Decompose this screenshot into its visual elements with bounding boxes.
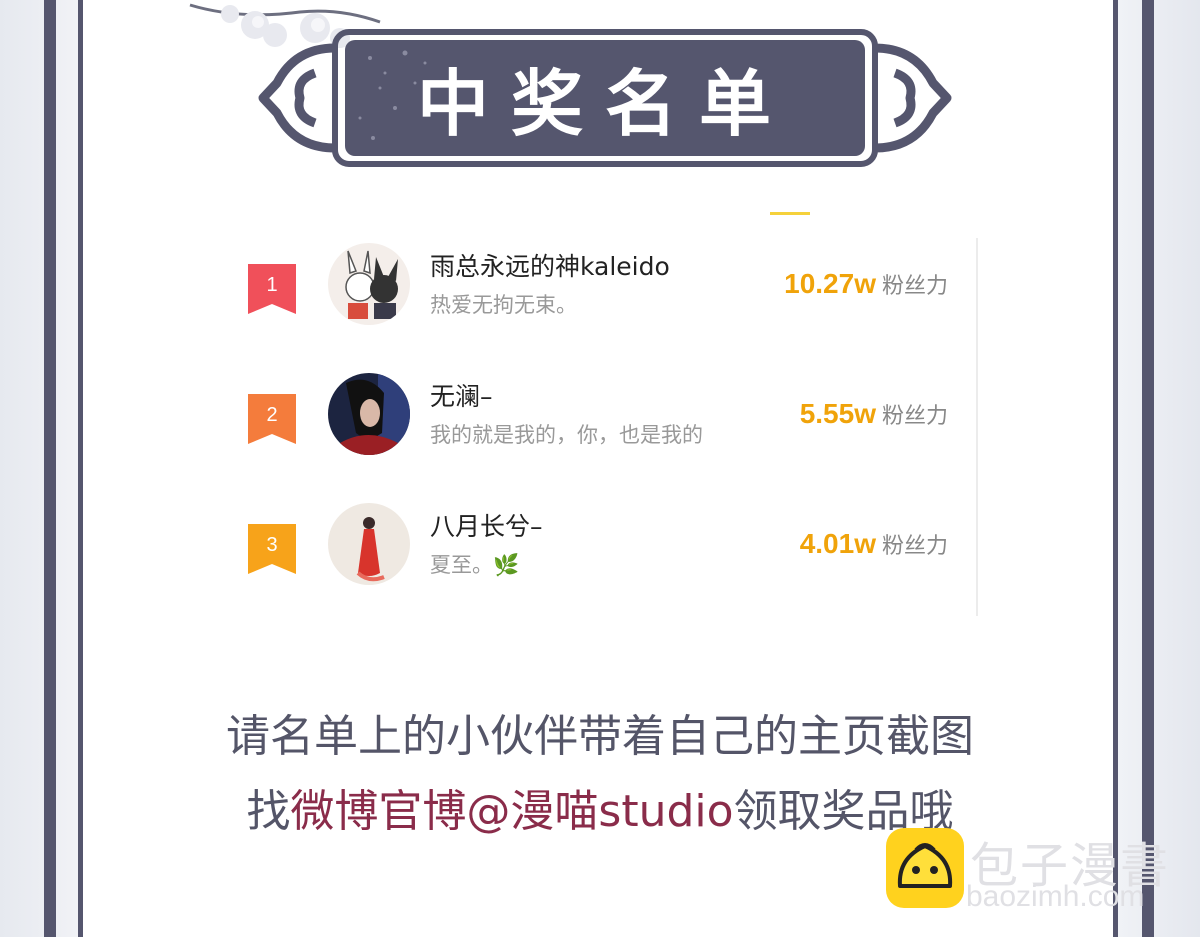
fans-value: 10.27w [784,268,876,299]
notice-line-1: 请名单上的小伙伴带着自己的主页截图 [226,711,974,762]
username[interactable]: 雨总永远的神kaleido [430,247,670,283]
ranking-row-1: 1 雨总永远的神kaleido 热爱无拘无束。 10.27w 粉丝力 [240,243,980,343]
fans-unit: 粉丝力 [881,534,948,559]
ranking-row-3: 3 八月长兮– 夏至。🌿 4.01w 粉丝力 [240,503,980,603]
rank-number: 2 [266,404,278,426]
rank-badge: 2 [248,394,296,444]
rank-badge: 1 [248,264,296,314]
username[interactable]: 八月长兮– [430,507,543,543]
accent-line [770,212,810,215]
fans-unit: 粉丝力 [881,404,948,429]
user-bio: 我的就是我的，你，也是我的 [430,423,703,447]
fans-unit: 粉丝力 [881,274,948,299]
page-title: 中奖名单 [416,60,793,146]
fans-value: 4.01w [799,528,876,559]
username[interactable]: 无澜– [430,377,493,413]
fans-count: 5.55w 粉丝力 [800,398,948,430]
fans-value: 5.55w [799,398,876,429]
fans-count: 4.01w 粉丝力 [800,528,948,560]
avatar[interactable] [328,373,410,455]
rank-number: 1 [266,274,278,296]
notice-prefix: 找 [246,786,291,837]
avatar[interactable] [328,503,410,585]
user-bio: 热爱无拘无束。 [430,293,577,317]
rank-badge: 3 [248,524,296,574]
fans-count: 10.27w 粉丝力 [784,268,948,300]
ranking-row-2: 2 无澜– 我的就是我的，你，也是我的 5.55w 粉丝力 [240,373,980,473]
user-bio: 夏至。🌿 [430,553,520,577]
rank-number: 3 [266,534,278,556]
avatar[interactable] [328,243,410,325]
weibo-account-link[interactable]: 微博官博@漫喵studio [290,786,733,837]
baozi-logo-icon [886,828,964,908]
watermark-url: baozimh.com [966,880,1145,913]
